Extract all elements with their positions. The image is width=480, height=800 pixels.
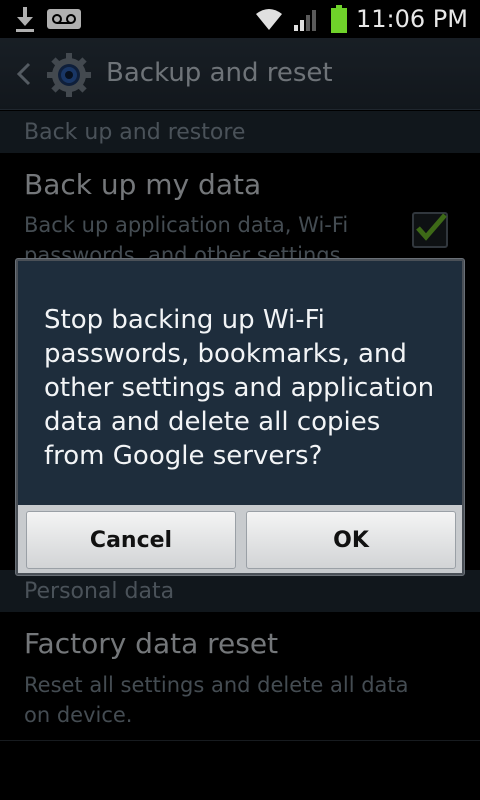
clock: 11:06 PM [356, 5, 468, 33]
status-bar: 11:06 PM [0, 0, 480, 38]
dialog-message: Stop backing up Wi-Fi passwords, bookmar… [44, 305, 435, 471]
signal-icon [294, 10, 317, 31]
cancel-button[interactable]: Cancel [26, 511, 236, 569]
dialog-button-bar: Cancel OK [18, 505, 462, 573]
wifi-icon [256, 9, 283, 30]
download-icon [16, 7, 34, 32]
battery-icon [331, 5, 348, 33]
voicemail-icon [47, 9, 81, 29]
ok-button[interactable]: OK [246, 511, 456, 569]
dialog-body: Stop backing up Wi-Fi passwords, bookmar… [18, 261, 462, 505]
confirm-dialog: Stop backing up Wi-Fi passwords, bookmar… [15, 258, 465, 576]
